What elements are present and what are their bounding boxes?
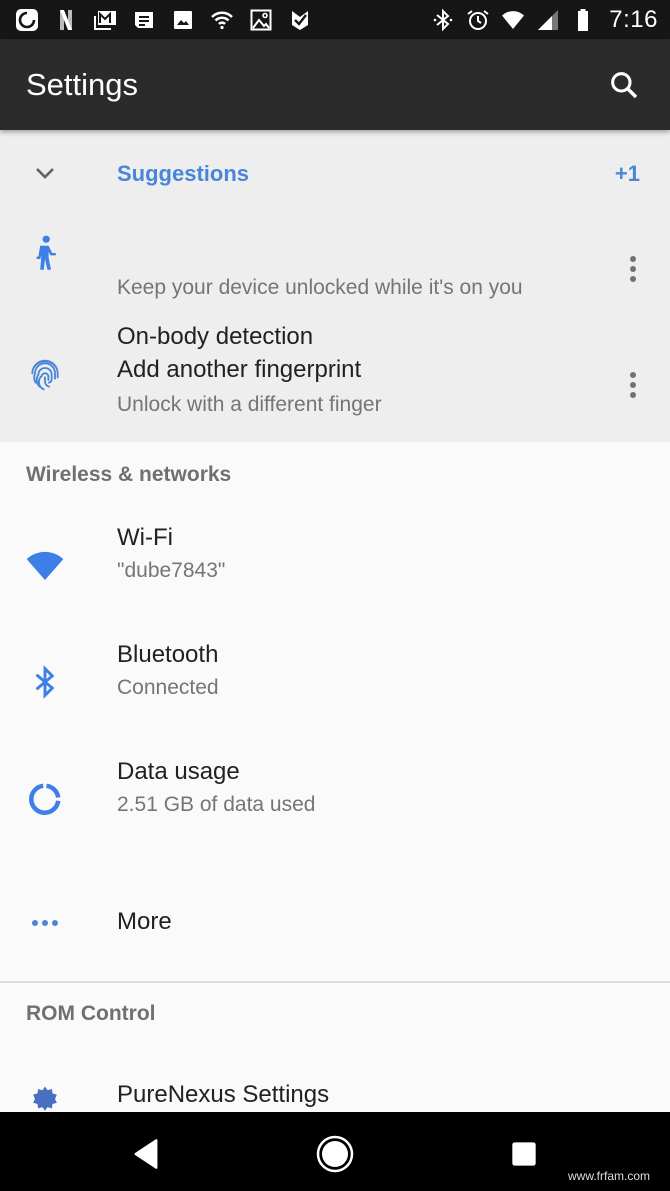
section-header-rom-control: ROM Control (26, 1002, 156, 1025)
battery-icon (570, 7, 596, 33)
tasks-check-icon (287, 7, 313, 33)
back-button[interactable] (124, 1132, 168, 1176)
suggestion-title: Add another fingerprint (117, 356, 362, 383)
setting-title: Bluetooth (117, 641, 219, 668)
suggestions-header[interactable]: Suggestions +1 (0, 130, 670, 216)
setting-purenexus[interactable]: PureNexus Settings (0, 1053, 670, 1112)
settings-list[interactable]: Suggestions +1 On-body detection Keep yo… (0, 130, 670, 1112)
wifi-icon (209, 7, 235, 33)
suggestion-subtitle: Keep your device unlocked while it's on … (117, 276, 523, 299)
clock: 7:16 (609, 5, 658, 33)
back-icon (134, 1139, 158, 1169)
bluetooth-icon (430, 7, 456, 33)
wifi-signal-icon (500, 7, 526, 33)
suggestions-panel: Suggestions +1 On-body detection Keep yo… (0, 130, 670, 442)
suggestions-count: +1 (614, 161, 640, 186)
suggestion-on-body-detection[interactable]: On-body detection Keep your device unloc… (0, 216, 670, 350)
page-title: Settings (26, 66, 139, 102)
navigation-bar: www.frfam.com (0, 1112, 670, 1191)
fingerprint-icon (22, 353, 68, 399)
setting-wifi[interactable]: Wi-Fi "dube7843" (0, 514, 670, 631)
bluetooth-icon (22, 659, 68, 705)
alarm-icon (465, 7, 491, 33)
wifi-icon (22, 542, 68, 588)
search-icon (611, 71, 638, 98)
messages-icon (131, 7, 157, 33)
watermark: www.frfam.com (567, 1169, 650, 1183)
more-horiz-icon (22, 900, 68, 946)
cell-signal-icon (535, 7, 561, 33)
settings-icon (22, 1076, 68, 1112)
setting-subtitle: "dube7843" (117, 559, 226, 582)
setting-data-usage[interactable]: Data usage 2.51 GB of data used (0, 748, 670, 865)
data-usage-icon (22, 776, 68, 822)
status-bar: 7:16 (0, 0, 670, 39)
recents-button[interactable] (502, 1132, 546, 1176)
setting-title: More (117, 908, 172, 935)
suggestions-label: Suggestions (117, 161, 250, 186)
gallery-icon (248, 7, 274, 33)
suggestion-subtitle: Unlock with a different finger (117, 393, 382, 416)
home-button[interactable] (313, 1132, 357, 1176)
setting-subtitle: 2.51 GB of data used (117, 793, 316, 816)
home-icon (316, 1135, 354, 1173)
setting-title: Data usage (117, 758, 240, 785)
sync-ring-icon (14, 7, 40, 33)
suggestion-add-fingerprint[interactable]: Add another fingerprint Unlock with a di… (0, 333, 670, 442)
setting-title: PureNexus Settings (117, 1081, 330, 1108)
photo-icon (170, 7, 196, 33)
setting-more[interactable]: More (0, 865, 670, 981)
netflix-icon (53, 7, 79, 33)
notification-icons (14, 7, 313, 33)
setting-subtitle: Connected (117, 676, 219, 699)
more-vert-button[interactable] (618, 249, 648, 289)
walking-person-icon (22, 230, 68, 276)
system-icons: 7:16 (430, 6, 658, 34)
gmail-icon (92, 7, 118, 33)
recents-icon (512, 1142, 536, 1166)
setting-bluetooth[interactable]: Bluetooth Connected (0, 631, 670, 748)
setting-title: Wi-Fi (117, 524, 173, 551)
section-header-wireless: Wireless & networks (26, 463, 232, 486)
app-bar: Settings (0, 39, 670, 130)
chevron-down-icon[interactable] (30, 160, 60, 186)
search-button[interactable] (604, 65, 644, 105)
more-vert-button[interactable] (618, 365, 648, 405)
